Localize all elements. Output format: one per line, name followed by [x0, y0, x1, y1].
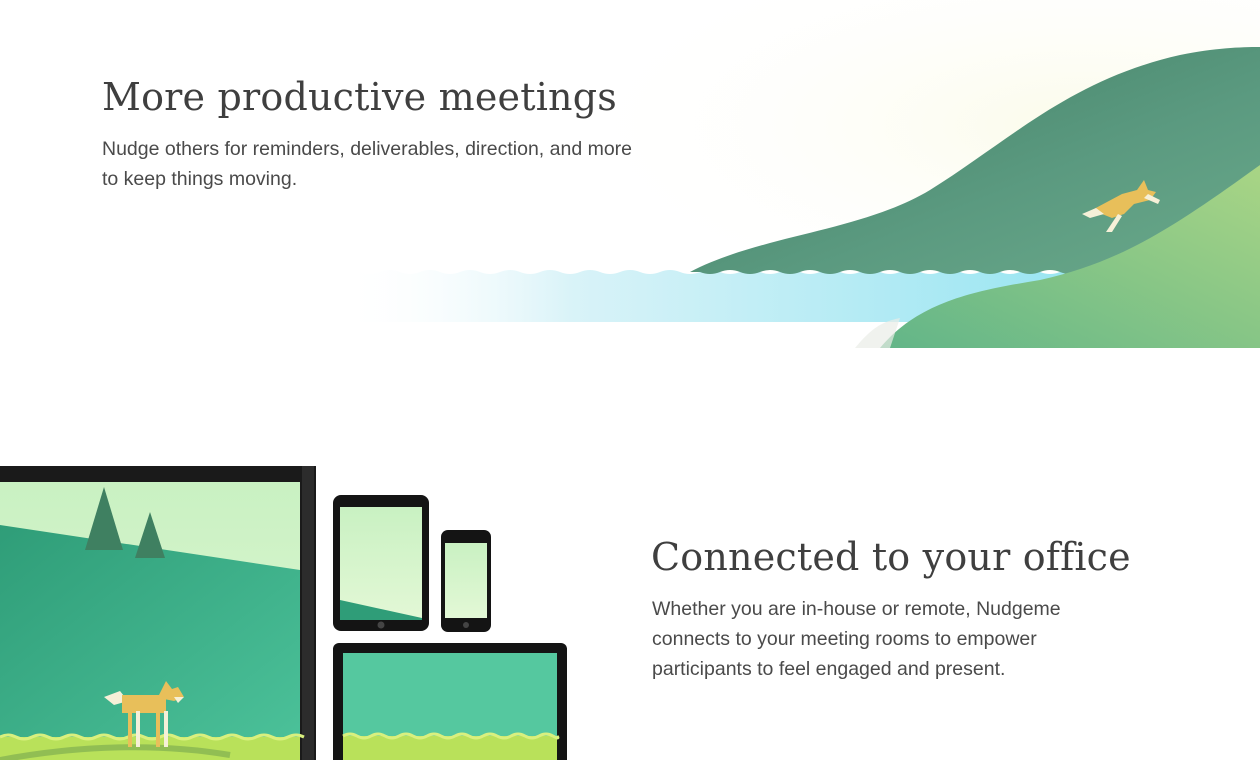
- section-heading-productive-meetings: More productive meetings: [102, 75, 617, 119]
- tablet-device-icon: [333, 495, 429, 631]
- section-description-productive-meetings: Nudge others for reminders, deliverables…: [102, 138, 633, 190]
- phone-device-icon: [441, 530, 491, 632]
- section-heading-connected-office: Connected to your office: [651, 535, 1131, 579]
- tv-device-icon: [0, 466, 316, 760]
- devices-illustration: [0, 466, 567, 760]
- laptop-device-icon: [333, 643, 567, 760]
- section-description-connected-office: Whether you are in-house or remote, Nudg…: [652, 598, 1061, 680]
